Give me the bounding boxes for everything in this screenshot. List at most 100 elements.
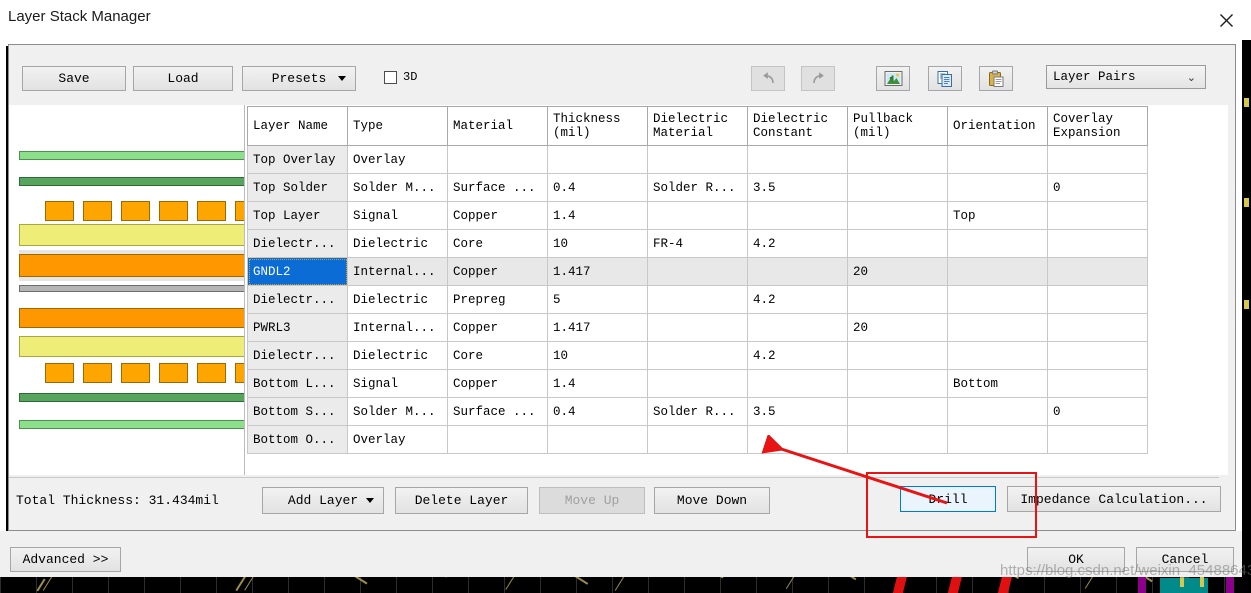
table-cell[interactable] [747,201,848,230]
cancel-button[interactable]: Cancel [1136,547,1234,572]
table-column-header[interactable]: Dielectric Constant [747,106,848,146]
table-cell[interactable]: 0 [1047,397,1148,426]
table-cell[interactable]: Copper [447,313,548,342]
layer-table-container[interactable]: Layer Name Type Material Thickness (mil) Die… [245,105,1228,475]
table-cell[interactable] [1047,257,1148,286]
table-cell[interactable]: FR-4 [647,229,748,258]
table-cell[interactable] [647,285,748,314]
table-cell[interactable] [947,285,1048,314]
table-cell-layer-name[interactable]: Bottom S... [247,397,348,426]
table-cell[interactable] [847,229,948,258]
table-row[interactable]: PWRL3 Internal... Copper 1.417 20 [247,313,1148,342]
table-cell[interactable] [647,313,748,342]
move-up-button[interactable]: Move Up [539,487,645,514]
table-cell[interactable]: Solder M... [347,173,448,202]
table-cell[interactable] [1047,369,1148,398]
table-cell[interactable] [747,257,848,286]
table-cell[interactable]: Solder R... [647,397,748,426]
table-cell[interactable] [1047,145,1148,174]
table-cell[interactable]: Copper [447,201,548,230]
table-cell[interactable]: Copper [447,257,548,286]
table-cell[interactable]: 0.4 [547,173,648,202]
table-cell[interactable] [947,313,1048,342]
ok-button[interactable]: OK [1027,547,1125,572]
table-cell[interactable]: Copper [447,369,548,398]
table-cell[interactable]: Signal [347,369,448,398]
table-row[interactable]: Top Layer Signal Copper 1.4 Top [247,201,1148,230]
table-cell[interactable] [547,425,648,454]
table-cell[interactable]: Overlay [347,145,448,174]
paste-icon[interactable] [979,66,1013,91]
table-cell[interactable]: Overlay [347,425,448,454]
table-cell[interactable] [647,201,748,230]
table-cell[interactable]: 1.417 [547,313,648,342]
checkbox-3d-box[interactable] [384,70,397,84]
table-cell[interactable] [647,257,748,286]
table-cell[interactable]: Prepreg [447,285,548,314]
table-cell[interactable] [647,369,748,398]
table-cell[interactable] [847,173,948,202]
table-column-header[interactable]: Type [347,106,448,146]
table-cell[interactable] [847,201,948,230]
table-cell[interactable]: Dielectric [347,229,448,258]
table-cell[interactable]: 1.4 [547,201,648,230]
table-row[interactable]: GNDL2 Internal... Copper 1.417 20 [247,257,1148,286]
image-icon[interactable] [876,66,910,91]
table-cell[interactable] [547,145,648,174]
table-cell[interactable] [847,285,948,314]
table-cell[interactable]: 0.4 [547,397,648,426]
table-cell[interactable]: Signal [347,201,448,230]
table-cell[interactable] [1047,201,1148,230]
table-cell[interactable]: 4.2 [747,229,848,258]
table-row[interactable]: Top Solder Solder M... Surface ... 0.4 Solde… [247,173,1148,202]
table-cell-layer-name[interactable]: Dielectr... [247,341,348,370]
table-cell[interactable] [647,145,748,174]
table-cell[interactable]: 20 [847,313,948,342]
table-cell[interactable]: Bottom [947,369,1048,398]
table-cell[interactable]: Core [447,341,548,370]
table-cell[interactable]: 3.5 [747,173,848,202]
table-cell[interactable] [1047,425,1148,454]
table-cell[interactable] [847,145,948,174]
table-column-header[interactable]: Thickness (mil) [547,106,648,146]
table-column-header[interactable]: Layer Name [247,106,348,146]
table-row[interactable]: Dielectr... Dielectric Core 10 4.2 [247,341,1148,370]
table-cell[interactable]: Top [947,201,1048,230]
table-cell[interactable] [447,425,548,454]
table-cell[interactable]: Solder R... [647,173,748,202]
table-cell[interactable]: 5 [547,285,648,314]
table-cell[interactable] [1047,313,1148,342]
table-column-header[interactable]: Material [447,106,548,146]
presets-dropdown-button[interactable]: Presets [242,66,356,91]
table-cell[interactable]: Dielectric [347,341,448,370]
impedance-calculation-button[interactable]: Impedance Calculation... [1007,486,1221,512]
table-cell[interactable] [847,397,948,426]
close-icon[interactable] [1211,6,1241,34]
table-cell[interactable] [947,397,1048,426]
table-cell[interactable] [1047,229,1148,258]
table-row[interactable]: Dielectr... Dielectric Core 10 FR-4 4.2 [247,229,1148,258]
load-button[interactable]: Load [133,66,233,91]
table-row[interactable]: Bottom L... Signal Copper 1.4 Bottom [247,369,1148,398]
table-cell[interactable] [647,425,748,454]
table-column-header[interactable]: Coverlay Expansion [1047,106,1148,146]
checkbox-3d[interactable]: 3D [384,70,417,84]
redo-icon[interactable] [801,66,835,91]
delete-layer-button[interactable]: Delete Layer [395,487,528,514]
table-cell[interactable] [647,341,748,370]
add-layer-button[interactable]: Add Layer [262,487,384,514]
table-cell[interactable] [747,313,848,342]
table-column-header[interactable]: Pullback (mil) [847,106,948,146]
table-cell[interactable] [747,369,848,398]
table-cell[interactable]: 20 [847,257,948,286]
table-cell[interactable] [1047,341,1148,370]
table-cell[interactable]: 0 [1047,173,1148,202]
table-cell[interactable] [947,173,1048,202]
table-cell-layer-name[interactable]: Top Solder [247,173,348,202]
table-cell-layer-name[interactable]: Dielectr... [247,229,348,258]
table-cell[interactable] [447,145,548,174]
table-cell[interactable]: Dielectric [347,285,448,314]
table-cell[interactable] [947,425,1048,454]
table-cell[interactable]: 10 [547,229,648,258]
table-cell-layer-name[interactable]: Bottom L... [247,369,348,398]
